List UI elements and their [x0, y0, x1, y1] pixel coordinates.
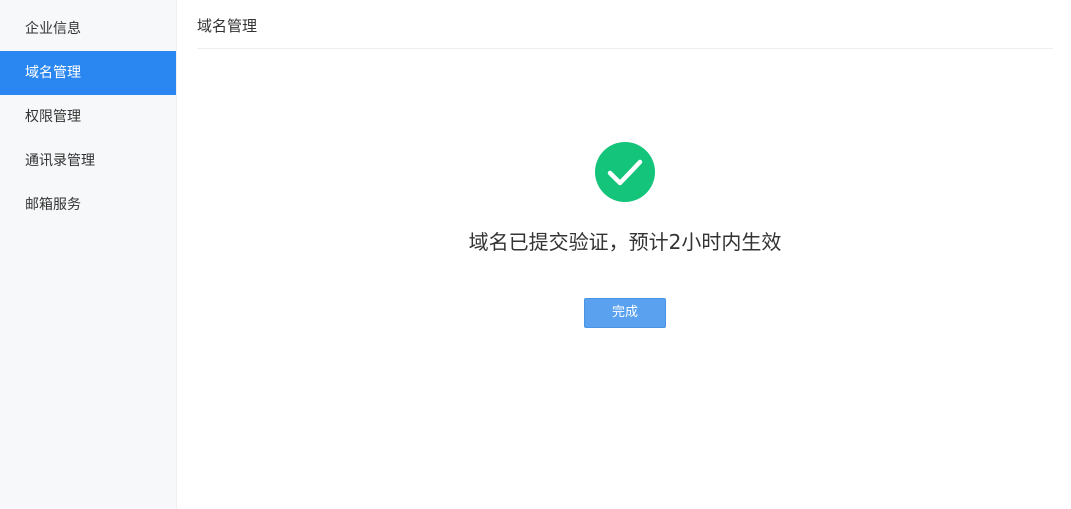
page-header: 域名管理 — [197, 0, 1053, 49]
sidebar-item-company-info[interactable]: 企业信息 — [0, 7, 176, 51]
sidebar-item-domain-management[interactable]: 域名管理 — [0, 51, 176, 95]
sidebar-item-label: 域名管理 — [25, 65, 81, 81]
check-circle-icon — [595, 142, 655, 202]
app-layout: 企业信息 域名管理 权限管理 通讯录管理 邮箱服务 域名管理 域名已提交验证，预… — [0, 0, 1071, 509]
sidebar-item-label: 企业信息 — [25, 21, 81, 37]
sidebar-item-mail-service[interactable]: 邮箱服务 — [0, 183, 176, 227]
sidebar-item-label: 邮箱服务 — [25, 197, 81, 213]
sidebar-item-contacts-management[interactable]: 通讯录管理 — [0, 139, 176, 183]
sidebar-item-label: 权限管理 — [25, 109, 81, 125]
success-message: 域名已提交验证，预计2小时内生效 — [468, 230, 782, 254]
sidebar-item-label: 通讯录管理 — [25, 153, 95, 169]
page-title: 域名管理 — [197, 17, 258, 35]
sidebar: 企业信息 域名管理 权限管理 通讯录管理 邮箱服务 — [0, 0, 177, 509]
check-icon — [607, 159, 643, 186]
main-content: 域名管理 域名已提交验证，预计2小时内生效 完成 — [177, 0, 1071, 509]
sidebar-item-permission-management[interactable]: 权限管理 — [0, 95, 176, 139]
done-button[interactable]: 完成 — [584, 298, 666, 328]
